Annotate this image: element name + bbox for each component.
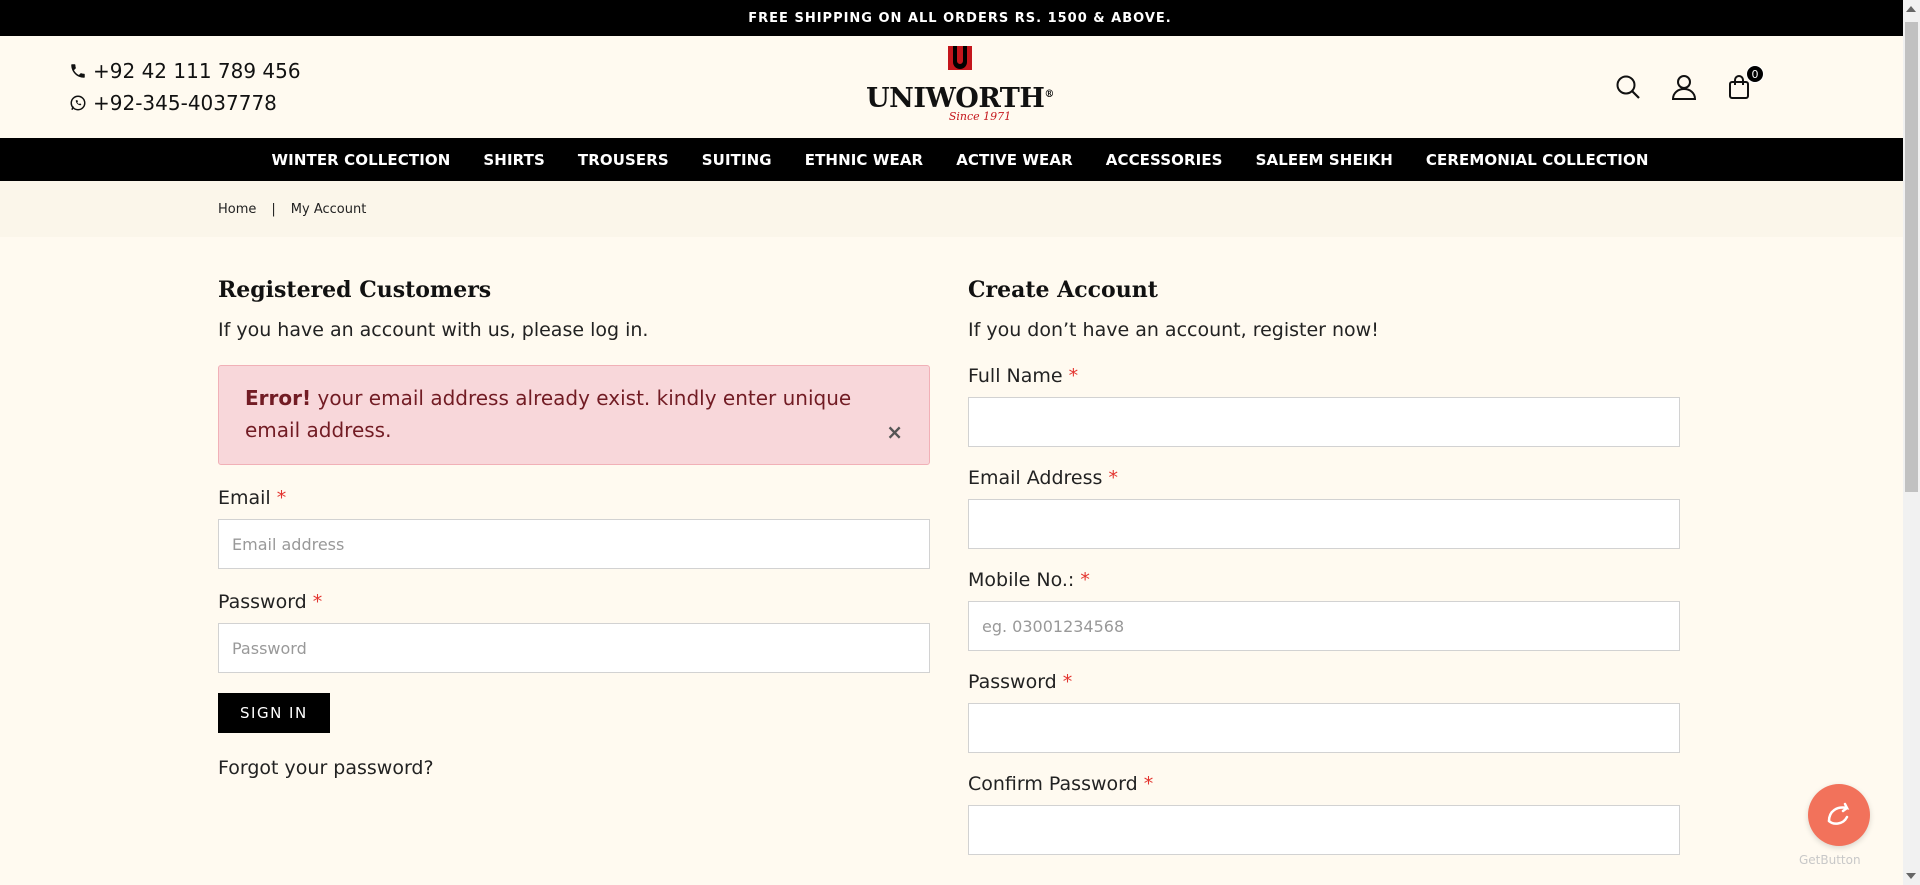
email-label-text: Email (218, 487, 271, 509)
error-label: Error! (245, 386, 312, 410)
required-marker: * (1080, 569, 1090, 591)
search-icon (1616, 75, 1640, 99)
required-marker: * (1068, 365, 1079, 387)
chat-widget-button[interactable] (1808, 784, 1870, 846)
scroll-thumb[interactable] (1905, 22, 1918, 492)
fullname-label: Full Name * (968, 365, 1680, 387)
password-label-text: Password (218, 591, 307, 613)
register-password-input[interactable] (968, 703, 1680, 753)
breadcrumb: Home | My Account (0, 181, 1920, 237)
login-intro: If you have an account with us, please l… (218, 319, 649, 341)
confirm-password-label-text: Confirm Password (968, 773, 1138, 795)
phone-contact[interactable]: +92 42 111 789 456 (69, 55, 301, 87)
error-alert: Error! your email address already exist.… (218, 365, 930, 465)
whatsapp-contact[interactable]: +92-345-4037778 (69, 87, 301, 119)
nav-shirts[interactable]: SHIRTS (467, 151, 561, 169)
register-title: Create Account (968, 277, 1158, 303)
header-actions: 0 (1614, 65, 1764, 101)
required-marker: * (1143, 773, 1154, 795)
nav-suiting[interactable]: SUITING (685, 151, 788, 169)
mobile-label-text: Mobile No.: (968, 569, 1075, 591)
account-button[interactable] (1670, 73, 1698, 101)
register-email-label-text: Email Address (968, 467, 1103, 489)
whatsapp-icon (70, 95, 86, 111)
register-section: Create Account If you don’t have an acco… (968, 269, 1680, 875)
nav-active-wear[interactable]: ACTIVE WEAR (940, 151, 1090, 169)
login-password-input[interactable] (218, 623, 930, 673)
login-section: Registered Customers If you have an acco… (218, 269, 930, 875)
logo-u-icon (948, 46, 972, 70)
close-icon[interactable]: × (886, 416, 903, 448)
mobile-input[interactable] (968, 601, 1680, 651)
confirm-password-label: Confirm Password * (968, 773, 1680, 795)
chat-icon (1827, 802, 1850, 825)
uniworth-logo[interactable]: UNIWORTH® Since 1971 (866, 46, 1054, 130)
contact-info: +92 42 111 789 456 +92-345-4037778 (69, 55, 301, 119)
phone-number: +92 42 111 789 456 (93, 59, 301, 83)
login-email-input[interactable] (218, 519, 930, 569)
page-scrollbar[interactable] (1903, 0, 1920, 885)
scroll-down-arrow[interactable] (1906, 873, 1916, 879)
getbutton-credit[interactable]: GetButton (1799, 853, 1861, 867)
mobile-label: Mobile No.: * (968, 569, 1680, 591)
nav-ethnic-wear[interactable]: ETHNIC WEAR (788, 151, 939, 169)
register-email-label: Email Address * (968, 467, 1680, 489)
nav-winter-collection[interactable]: WINTER COLLECTION (255, 151, 467, 169)
register-password-label-text: Password (968, 671, 1057, 693)
top-announcement-bar: FREE SHIPPING ON ALL ORDERS RS. 1500 & A… (0, 0, 1920, 36)
main-navigation: WINTER COLLECTION SHIRTS TROUSERS SUITIN… (0, 138, 1920, 181)
fullname-label-text: Full Name (968, 365, 1063, 387)
password-label: Password * (218, 591, 930, 613)
required-marker: * (1108, 467, 1118, 489)
account-content: Registered Customers If you have an acco… (0, 237, 1920, 875)
register-email-input[interactable] (968, 499, 1680, 549)
phone-icon (71, 64, 85, 78)
user-icon (1671, 75, 1697, 100)
shipping-announcement: FREE SHIPPING ON ALL ORDERS RS. 1500 & A… (748, 10, 1172, 26)
cart-count-badge: 0 (1746, 65, 1764, 83)
search-button[interactable] (1614, 73, 1642, 101)
login-title: Registered Customers (218, 277, 492, 303)
required-marker: * (276, 487, 287, 509)
nav-saleem-sheikh[interactable]: SALEEM SHEIKH (1239, 151, 1409, 169)
logo-registered: ® (1044, 89, 1054, 100)
whatsapp-number: +92-345-4037778 (93, 91, 277, 115)
required-marker: * (1062, 671, 1073, 693)
site-header: +92 42 111 789 456 +92-345-4037778 UNIWO… (0, 36, 1920, 138)
confirm-password-input[interactable] (968, 805, 1680, 855)
logo-since: Since 1971 (948, 110, 1012, 123)
getbutton-text: GetButton (1799, 853, 1861, 867)
sign-in-button[interactable]: SIGN IN (218, 693, 330, 733)
logo-wordmark: UNIWORTH® (866, 80, 1054, 114)
breadcrumb-current: My Account (290, 201, 367, 217)
breadcrumb-home[interactable]: Home (218, 202, 256, 217)
nav-trousers[interactable]: TROUSERS (561, 151, 685, 169)
nav-accessories[interactable]: ACCESSORIES (1089, 151, 1239, 169)
forgot-password-link[interactable]: Forgot your password? (218, 757, 930, 779)
cart-button[interactable]: 0 (1726, 65, 1764, 101)
register-password-label: Password * (968, 671, 1680, 693)
error-message: your email address already exist. kindly… (245, 386, 852, 442)
email-label: Email * (218, 487, 930, 509)
breadcrumb-separator: | (271, 201, 276, 217)
required-marker: * (312, 591, 323, 613)
scroll-up-arrow[interactable] (1906, 6, 1916, 12)
nav-ceremonial-collection[interactable]: CEREMONIAL COLLECTION (1409, 151, 1665, 169)
register-intro: If you don’t have an account, register n… (968, 319, 1379, 341)
fullname-input[interactable] (968, 397, 1680, 447)
